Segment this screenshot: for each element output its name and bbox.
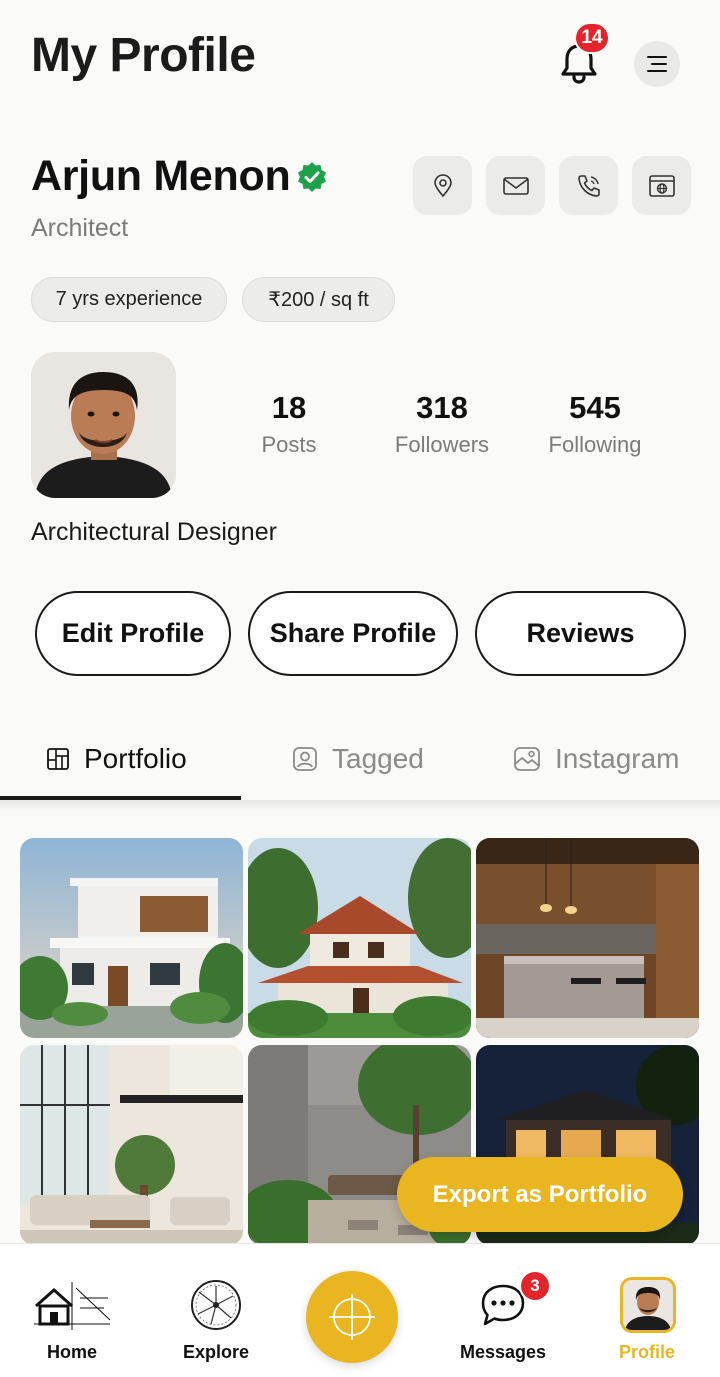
instagram-icon: [513, 746, 541, 772]
call-button[interactable]: [559, 156, 618, 215]
nav-label: Explore: [182, 1342, 250, 1362]
stat-following[interactable]: 545 Following: [520, 390, 670, 458]
stat-value: 545: [569, 390, 621, 425]
portfolio-item[interactable]: [20, 838, 243, 1038]
phone-icon: [577, 174, 600, 197]
tab-tagged[interactable]: Tagged: [292, 722, 424, 796]
verified-badge-icon: [298, 161, 327, 192]
portfolio-grid-icon: [46, 747, 70, 771]
nav-label: Profile: [618, 1342, 675, 1362]
stat-value: 318: [416, 390, 468, 425]
crosshair-compass-icon: [329, 1294, 375, 1340]
profile-role: Architect: [31, 214, 129, 242]
kitchen-interior-image: [476, 838, 699, 1038]
stat-label: Following: [548, 432, 642, 457]
menu-icon: [647, 56, 667, 72]
header: My Profile 14: [0, 0, 720, 120]
portfolio-item[interactable]: [20, 1045, 243, 1245]
notification-badge: 14: [574, 22, 610, 54]
content-tabs: Portfolio Tagged Instagram: [0, 722, 720, 800]
nav-home[interactable]: Home: [17, 1244, 127, 1377]
nav-explore[interactable]: Explore: [161, 1244, 271, 1377]
living-room-image: [20, 1045, 243, 1245]
page-title: My Profile: [31, 29, 256, 82]
stat-label: Followers: [394, 432, 490, 457]
rate-chip: ₹200 / sq ft: [242, 277, 395, 322]
nav-messages[interactable]: Messages: [448, 1244, 558, 1377]
nav-label: Messages: [459, 1342, 547, 1362]
tab-label: Instagram: [555, 743, 680, 774]
reviews-button[interactable]: Reviews: [475, 591, 686, 676]
tagged-person-icon: [292, 746, 318, 772]
stat-label: Posts: [261, 432, 317, 457]
share-profile-button[interactable]: Share Profile: [248, 591, 458, 676]
avatar-photo: [31, 352, 176, 498]
modern-villa-image: [20, 838, 243, 1038]
tab-instagram[interactable]: Instagram: [513, 722, 680, 796]
stat-value: 18: [271, 390, 307, 425]
location-pin-icon: [433, 173, 452, 197]
profile-name-row: Arjun Menon: [31, 152, 328, 201]
mail-icon: [502, 176, 529, 195]
nav-label: Home: [46, 1342, 97, 1362]
edit-profile-button[interactable]: Edit Profile: [35, 591, 231, 676]
website-button[interactable]: [632, 156, 691, 215]
tab-label: Portfolio: [84, 743, 187, 774]
tabs-divider: [0, 800, 720, 812]
email-button[interactable]: [486, 156, 545, 215]
home-blueprint-icon: [34, 1282, 111, 1330]
avatar-thumbnail: [623, 1280, 673, 1330]
center-action-button[interactable]: [306, 1271, 398, 1363]
tab-portfolio[interactable]: Portfolio: [46, 722, 187, 796]
experience-chip: 7 yrs experience: [31, 277, 227, 322]
menu-button[interactable]: [634, 41, 680, 87]
profile-name: Arjun Menon: [31, 152, 291, 200]
location-button[interactable]: [413, 156, 472, 215]
profile-avatar[interactable]: [31, 352, 176, 498]
messages-badge: 3: [519, 1270, 551, 1302]
kerala-house-image: [248, 838, 471, 1038]
export-portfolio-button[interactable]: Export as Portfolio: [397, 1157, 683, 1232]
website-icon: [648, 174, 675, 197]
stat-posts[interactable]: 18 Posts: [214, 390, 364, 458]
explore-icon: [191, 1280, 241, 1330]
profile-bio: Architectural Designer: [31, 518, 277, 546]
stat-followers[interactable]: 318 Followers: [367, 390, 517, 458]
portfolio-item[interactable]: [476, 838, 699, 1038]
tab-label: Tagged: [332, 743, 424, 774]
portfolio-item[interactable]: [248, 838, 471, 1038]
nav-profile-avatar[interactable]: [620, 1277, 676, 1333]
